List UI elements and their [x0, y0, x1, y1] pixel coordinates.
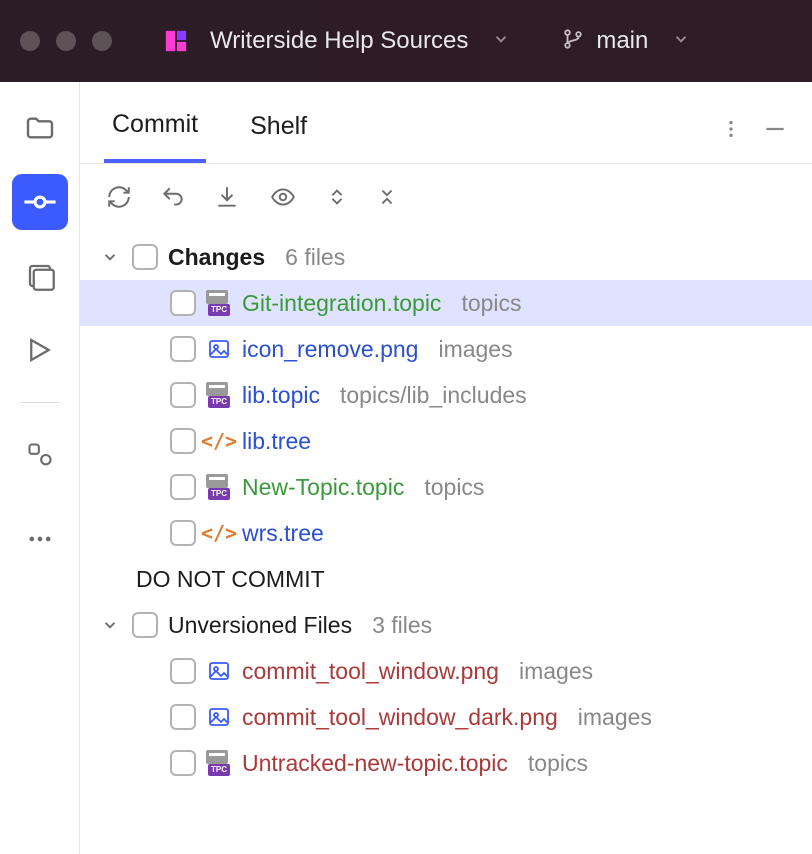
xml-file-icon: </>	[206, 429, 232, 453]
git-branch-widget[interactable]: main	[562, 27, 690, 55]
minimize-window-button[interactable]	[56, 31, 76, 51]
changelist-label: DO NOT COMMIT	[136, 566, 325, 593]
file-path: topics	[461, 290, 521, 317]
file-row-icon-remove[interactable]: icon_remove.png images	[80, 326, 812, 372]
file-row-new-topic[interactable]: TPC New-Topic.topic topics	[80, 464, 812, 510]
xml-file-icon: </>	[206, 521, 232, 545]
file-row-lib-topic[interactable]: TPC lib.topic topics/lib_includes	[80, 372, 812, 418]
image-file-icon	[206, 337, 232, 361]
sidebar-divider	[20, 402, 60, 403]
commit-toolbar	[80, 164, 812, 230]
commit-tool-window: Commit Shelf	[80, 82, 812, 854]
project-icon	[164, 29, 188, 53]
file-row-git-integration[interactable]: TPC Git-integration.topic topics	[80, 280, 812, 326]
options-icon[interactable]	[720, 118, 742, 145]
topic-file-icon: TPC	[206, 290, 232, 316]
checkbox[interactable]	[132, 612, 158, 638]
checkbox[interactable]	[170, 520, 196, 546]
topic-file-icon: TPC	[206, 474, 232, 500]
file-row-untracked-topic[interactable]: TPC Untracked-new-topic.topic topics	[80, 740, 812, 786]
unversioned-files-group[interactable]: Unversioned Files 3 files	[80, 602, 812, 648]
image-file-icon	[206, 705, 232, 729]
changes-tree: Changes 6 files TPC Git-integration.topi…	[80, 230, 812, 786]
checkbox[interactable]	[170, 750, 196, 776]
file-name: New-Topic.topic	[242, 474, 404, 501]
checkbox[interactable]	[170, 428, 196, 454]
project-name[interactable]: Writerside Help Sources	[210, 27, 468, 55]
project-chevron-down-icon[interactable]	[492, 30, 510, 53]
file-path: images	[519, 658, 593, 685]
checkbox[interactable]	[170, 336, 196, 362]
group-count: 3 files	[372, 612, 432, 639]
checkbox[interactable]	[170, 658, 196, 684]
changelist-changes[interactable]: Changes 6 files	[80, 234, 812, 280]
group-label: Unversioned Files	[168, 612, 352, 639]
image-file-icon	[206, 659, 232, 683]
shelve-icon[interactable]	[214, 184, 240, 210]
checkbox[interactable]	[170, 474, 196, 500]
file-name: commit_tool_window.png	[242, 658, 499, 685]
overflow-button[interactable]	[12, 511, 68, 567]
file-row-wrs-tree[interactable]: </> wrs.tree	[80, 510, 812, 556]
file-name: Git-integration.topic	[242, 290, 441, 317]
file-row-ctw-dark-png[interactable]: commit_tool_window_dark.png images	[80, 694, 812, 740]
checkbox[interactable]	[170, 382, 196, 408]
file-path: topics/lib_includes	[340, 382, 527, 409]
topic-file-icon: TPC	[206, 750, 232, 776]
window-controls	[20, 31, 112, 51]
expand-all-icon[interactable]	[326, 184, 348, 210]
chevron-down-icon[interactable]	[98, 616, 122, 634]
refresh-icon[interactable]	[106, 184, 132, 210]
close-window-button[interactable]	[20, 31, 40, 51]
file-row-ctw-png[interactable]: commit_tool_window.png images	[80, 648, 812, 694]
file-path: topics	[424, 474, 484, 501]
rollback-icon[interactable]	[160, 184, 186, 210]
checkbox[interactable]	[170, 704, 196, 730]
file-path: images	[578, 704, 652, 731]
checkbox[interactable]	[132, 244, 158, 270]
branch-chevron-down-icon	[672, 30, 690, 53]
file-path: images	[438, 336, 512, 363]
file-name: commit_tool_window_dark.png	[242, 704, 558, 731]
preview-diff-icon[interactable]	[268, 184, 298, 210]
file-path: topics	[528, 750, 588, 777]
build-tool-button[interactable]	[12, 322, 68, 378]
structure-tool-button[interactable]	[12, 248, 68, 304]
topic-file-icon: TPC	[206, 382, 232, 408]
file-name: wrs.tree	[242, 520, 324, 547]
tab-shelf[interactable]: Shelf	[242, 102, 315, 161]
file-row-lib-tree[interactable]: </> lib.tree	[80, 418, 812, 464]
tab-commit[interactable]: Commit	[104, 100, 206, 163]
zoom-window-button[interactable]	[92, 31, 112, 51]
commit-tool-button[interactable]	[12, 174, 68, 230]
collapse-all-icon[interactable]	[376, 184, 398, 210]
titlebar: Writerside Help Sources main	[0, 0, 812, 82]
changelist-count: 6 files	[285, 244, 345, 271]
checkbox[interactable]	[170, 290, 196, 316]
file-name: lib.topic	[242, 382, 320, 409]
file-name: Untracked-new-topic.topic	[242, 750, 508, 777]
tool-window-tabs: Commit Shelf	[80, 82, 812, 164]
project-tool-button[interactable]	[12, 100, 68, 156]
changelist-do-not-commit[interactable]: DO NOT COMMIT	[80, 556, 812, 602]
branch-name: main	[596, 27, 648, 55]
branch-icon	[562, 28, 584, 55]
hide-icon[interactable]	[762, 116, 788, 147]
chevron-down-icon[interactable]	[98, 248, 122, 266]
left-toolbar	[0, 82, 80, 854]
file-name: lib.tree	[242, 428, 311, 455]
file-name: icon_remove.png	[242, 336, 418, 363]
changelist-label: Changes	[168, 244, 265, 271]
more-tool-button[interactable]	[12, 427, 68, 483]
